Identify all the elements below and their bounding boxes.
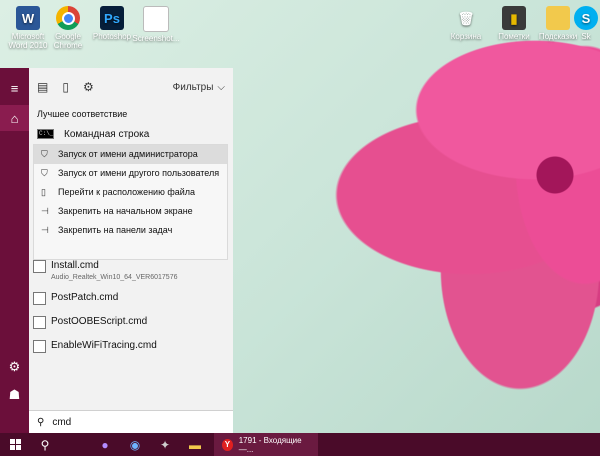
- notes-icon: ▮: [502, 6, 526, 30]
- settings-filter-icon[interactable]: ⚙: [83, 80, 94, 94]
- result-enablewifitracing-cmd[interactable]: EnableWiFiTracing.cmd: [33, 338, 229, 355]
- script-file-icon: [33, 260, 46, 273]
- context-menu: ⛉ Запуск от имени администратора ⛉ Запус…: [33, 144, 228, 260]
- folder-icon: ▬: [189, 437, 201, 452]
- taskbar-app-tool[interactable]: ✦: [150, 433, 180, 456]
- chrome-icon: [56, 6, 80, 30]
- script-file-icon: [33, 292, 46, 305]
- menu-item-label: Закрепить на начальном экране: [58, 206, 193, 216]
- desktop-icon-label: Sk: [581, 32, 591, 41]
- search-input[interactable]: ⚲ cmd: [29, 410, 233, 433]
- globe-icon: ◉: [129, 437, 141, 452]
- folder-open-icon: ▯: [41, 187, 46, 197]
- script-file-icon: [33, 340, 46, 353]
- menu-item-label: Запуск от имени другого пользователя: [58, 168, 220, 178]
- result-name: Install.cmd: [51, 260, 99, 271]
- best-match-item[interactable]: C:\_ Командная строка: [29, 125, 233, 143]
- desktop-icon-recycle-bin[interactable]: 🗑 Корзина: [440, 6, 492, 42]
- result-path: Audio_Realtek_Win10_64_VER6017576: [51, 274, 178, 281]
- search-icon: ⚲: [40, 437, 50, 452]
- documents-filter-icon[interactable]: ▯: [62, 80, 69, 94]
- filters-dropdown[interactable]: Фильтры ⌵: [173, 82, 225, 93]
- menu-item-run-as-other-user[interactable]: ⛉ Запуск от имени другого пользователя: [34, 164, 227, 183]
- pin-icon: ⊣: [41, 225, 49, 235]
- search-button[interactable]: ⚲: [30, 433, 60, 456]
- menu-item-pin-to-start[interactable]: ⊣ Закрепить на начальном экране: [34, 202, 227, 221]
- search-icon: ⚲: [37, 416, 45, 428]
- word-icon: W: [16, 6, 40, 30]
- skype-icon: S: [574, 6, 598, 30]
- desktop-icon-screenshot[interactable]: Screenshot...: [130, 6, 182, 43]
- photoshop-icon: Ps: [100, 6, 124, 30]
- result-postoobescript-cmd[interactable]: PostOOBEScript.cmd: [33, 314, 229, 331]
- result-name: PostPatch.cmd: [51, 292, 119, 303]
- taskbar: ⚲ ● ◉ ✦ ▬ Y 1791 - Входящие —...: [0, 433, 600, 456]
- result-install-cmd[interactable]: Install.cmd Audio_Realtek_Win10_64_VER60…: [33, 258, 229, 283]
- active-window-title: 1791 - Входящие —...: [238, 435, 302, 454]
- menu-item-label: Запуск от имени администратора: [58, 149, 198, 159]
- search-toolbar: ▤ ▯ ⚙ Фильтры ⌵: [29, 68, 233, 106]
- best-match-label: Командная строка: [64, 128, 150, 140]
- cortana-button[interactable]: ●: [90, 433, 120, 456]
- best-match-heading: Лучшее соответствие: [37, 109, 128, 119]
- taskbar-app-globe[interactable]: ◉: [120, 433, 150, 456]
- recycle-bin-icon: 🗑: [457, 10, 475, 26]
- menu-item-run-as-admin[interactable]: ⛉ Запуск от имени администратора: [34, 145, 227, 164]
- result-name: PostOOBEScript.cmd: [51, 316, 148, 327]
- menu-item-label: Перейти к расположению файла: [58, 187, 196, 197]
- chevron-down-icon: ⌵: [217, 81, 225, 93]
- taskbar-file-explorer[interactable]: ▬: [180, 433, 210, 456]
- command-prompt-icon: C:\_: [37, 129, 54, 139]
- search-query: cmd: [52, 416, 72, 428]
- results-list: Install.cmd Audio_Realtek_Win10_64_VER60…: [33, 258, 229, 362]
- result-postpatch-cmd[interactable]: PostPatch.cmd: [33, 290, 229, 307]
- desktop-icon-label: Screenshot...: [132, 34, 180, 43]
- folder-icon: [546, 6, 570, 30]
- tool-icon: ✦: [159, 437, 171, 452]
- user-run-icon: ⛉: [41, 168, 48, 178]
- user-icon[interactable]: ☗: [0, 382, 29, 408]
- settings-icon[interactable]: ⚙: [0, 354, 29, 380]
- result-name: EnableWiFiTracing.cmd: [51, 340, 157, 351]
- taskbar-yandex-window[interactable]: Y 1791 - Входящие —...: [214, 433, 318, 456]
- desktop-icon-skype[interactable]: S Sk: [572, 6, 600, 41]
- apps-filter-icon[interactable]: ▤: [37, 80, 48, 94]
- microphone-icon: ●: [101, 437, 109, 452]
- start-rail: ≡ ⌂ ⚙ ☗: [0, 68, 29, 433]
- yandex-browser-icon: Y: [222, 438, 233, 451]
- menu-item-open-file-location[interactable]: ▯ Перейти к расположению файла: [34, 183, 227, 202]
- menu-item-pin-to-taskbar[interactable]: ⊣ Закрепить на панели задач: [34, 221, 227, 240]
- pin-icon: ⊣: [41, 206, 49, 216]
- home-icon[interactable]: ⌂: [0, 105, 29, 131]
- menu-item-label: Закрепить на панели задач: [58, 225, 173, 235]
- file-icon: [143, 6, 169, 32]
- script-file-icon: [33, 316, 46, 329]
- windows-logo-icon: [9, 439, 21, 450]
- start-button[interactable]: [0, 433, 30, 456]
- hamburger-menu-icon[interactable]: ≡: [0, 75, 29, 101]
- shield-icon: ⛉: [41, 149, 48, 159]
- filters-label: Фильтры: [172, 81, 214, 93]
- desktop-icon-label: Корзина: [450, 32, 482, 41]
